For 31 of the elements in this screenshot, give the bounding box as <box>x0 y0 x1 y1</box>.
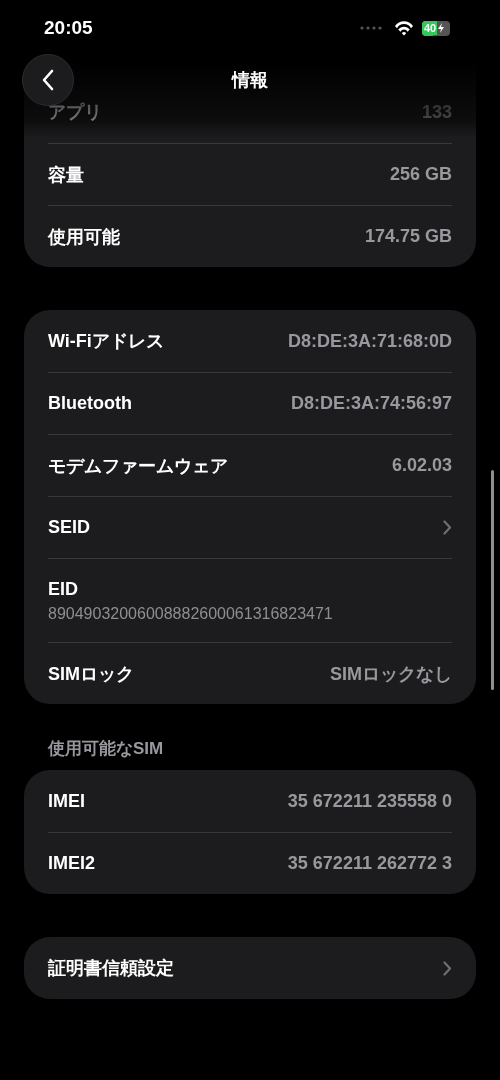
page-title: 情報 <box>232 69 268 92</box>
row-label: IMEI2 <box>48 853 95 874</box>
battery-icon: 40 <box>422 20 450 36</box>
row-label: 容量 <box>48 163 84 187</box>
row-value: 174.75 GB <box>364 226 452 247</box>
row-label: Bluetooth <box>48 393 132 414</box>
row-value: 89049032006008882600061316823471 <box>48 604 333 623</box>
list-row[interactable]: SEID <box>48 496 452 558</box>
row-value: D8:DE:3A:74:56:97 <box>290 393 452 414</box>
row-label: Wi-Fiアドレス <box>48 330 164 353</box>
row-value: 6.02.03 <box>391 455 452 476</box>
row-value: 35 672211 262772 3 <box>287 853 452 874</box>
row-label: アプリ <box>48 101 102 124</box>
row-label: EID <box>48 578 78 600</box>
row-value: 133 <box>421 101 452 123</box>
chevron-right-icon <box>443 520 452 535</box>
row-value: 256 GB <box>389 164 452 185</box>
section-header: 使用可能なSIM <box>47 738 165 760</box>
wifi-icon <box>394 20 414 36</box>
row-label: SIMロック <box>48 662 134 686</box>
row-label: IMEI <box>48 790 85 812</box>
row-value: 35 672211 235558 0 <box>287 790 452 812</box>
clock-time: 20:05 <box>44 17 93 39</box>
row-value: D8:DE:3A:71:68:0D <box>287 330 452 352</box>
chevron-right-icon <box>443 960 452 976</box>
signal-dots-icon <box>360 25 382 31</box>
row-label: モデムファームウェア <box>48 454 228 478</box>
list-row[interactable]: 証明書信頼設定 <box>48 937 452 999</box>
row-label: 使用可能 <box>48 225 120 249</box>
chevron-left-icon <box>42 69 54 91</box>
row-value: SIMロックなし <box>330 662 452 686</box>
